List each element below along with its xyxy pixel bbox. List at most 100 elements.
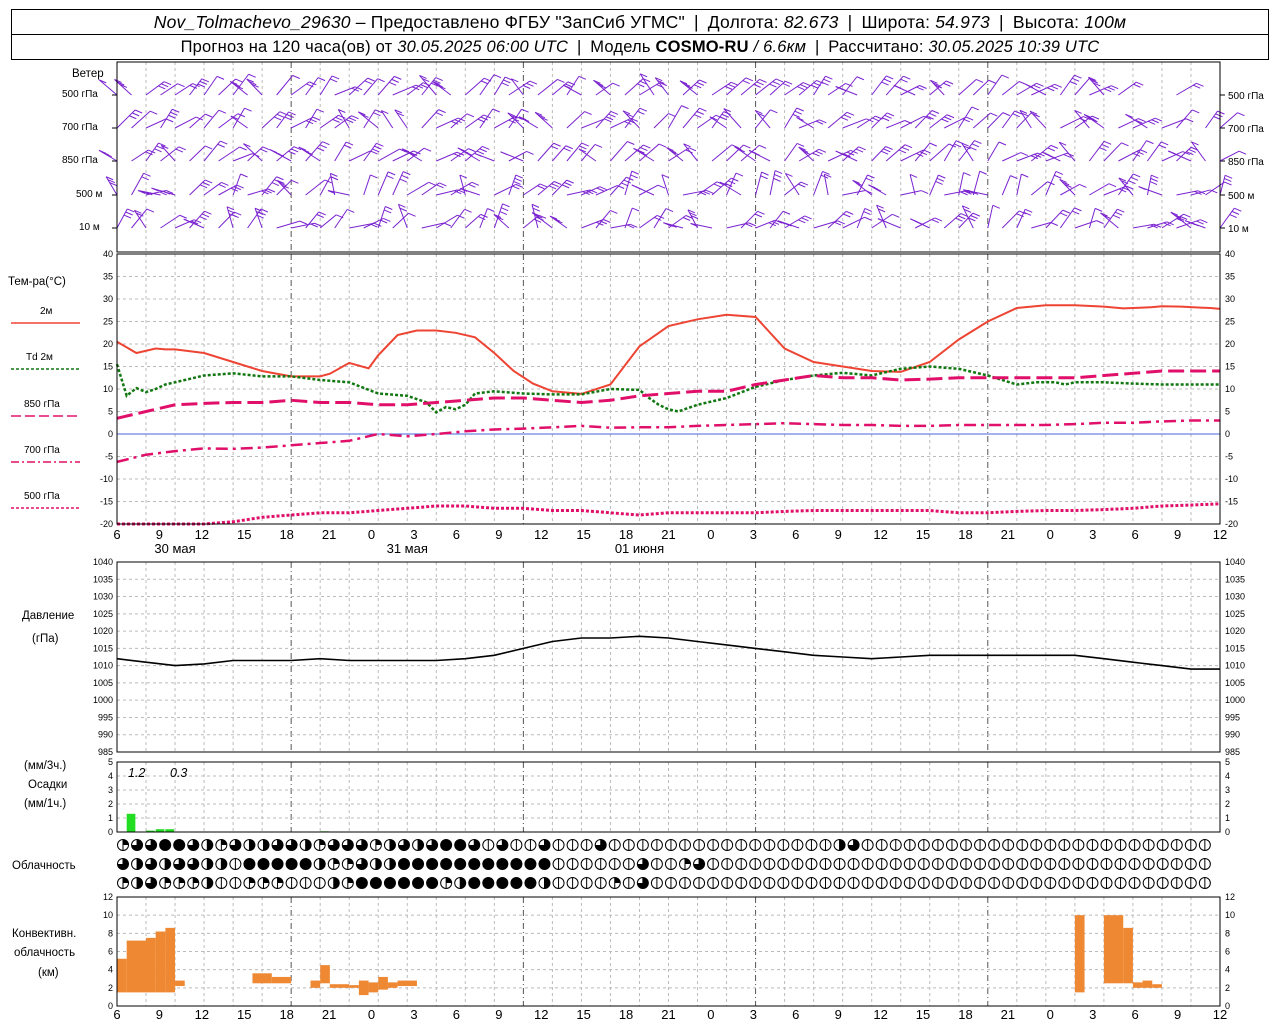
x-tick-label: 12	[873, 527, 887, 542]
wind-barb-feather	[668, 113, 676, 117]
convective-title-1: Конвективн.	[12, 928, 77, 940]
wind-barb-shaft	[160, 214, 180, 229]
wind-barb-shaft	[633, 147, 655, 162]
x-tick-label-bottom: 9	[495, 1007, 502, 1022]
wind-barb-feather	[292, 75, 300, 79]
wind-barb-feather	[637, 110, 645, 115]
wind-barb-feather	[1130, 176, 1139, 181]
wind-barb-feather	[319, 144, 327, 149]
wind-barb-feather	[1101, 143, 1109, 148]
wind-barb-feather	[971, 106, 979, 111]
wind-barb-shaft	[327, 190, 350, 196]
y-tick-label-left: 1005	[93, 678, 113, 688]
day-label: 01 июня	[615, 541, 664, 556]
wind-barb-feather	[403, 171, 411, 176]
convective-bar	[126, 940, 147, 993]
wind-barb-feather	[1050, 85, 1059, 90]
y-tick-label-left: 2	[108, 799, 113, 809]
x-tick-label-bottom: 6	[792, 1007, 799, 1022]
wind-barb-feather	[979, 170, 987, 175]
wind-barb-feather	[423, 147, 432, 152]
wind-barb-feather	[175, 148, 184, 153]
wind-barb-feather	[916, 221, 924, 226]
y-tick-label-left: 4	[108, 771, 113, 781]
wind-barb-feather	[769, 83, 777, 88]
cloud-cover-fill	[137, 858, 143, 870]
wind-level-850hpa: 850 гПа	[62, 155, 98, 166]
wind-barb-feather	[439, 182, 447, 187]
x-tick-label-bottom: 6	[113, 1007, 120, 1022]
wind-barb-feather	[799, 84, 808, 88]
wind-barb-feather	[919, 85, 927, 89]
wind-barb-feather	[1054, 83, 1062, 88]
wind-barb-feather	[800, 181, 809, 186]
cloud-cover-fill	[446, 877, 452, 883]
wind-barb-shaft	[1045, 171, 1057, 196]
wind-barb-feather	[757, 210, 765, 215]
y-tick-label-left: 30	[103, 294, 113, 304]
wind-barb-shaft	[298, 146, 321, 162]
wind-barb-feather	[881, 117, 890, 122]
wind-barb-feather	[635, 186, 643, 191]
wind-barb-feather	[376, 142, 384, 147]
wind-barb-feather	[248, 73, 256, 78]
wind-barb-feather	[581, 142, 589, 147]
wind-barb-feather	[901, 146, 910, 151]
wind-barb-shaft	[734, 146, 756, 162]
wind-barb-feather	[774, 170, 783, 174]
pressure-title: Давление	[22, 610, 75, 622]
wind-barb-feather	[946, 114, 955, 119]
wind-barb-shaft	[972, 171, 981, 196]
wind-barb-feather	[819, 119, 827, 124]
wind-barb-feather	[1110, 85, 1119, 90]
precip-unit-1h: (мм/1ч.)	[24, 798, 67, 810]
cloud-cover-fill	[333, 858, 340, 864]
wind-barb-feather	[1107, 86, 1115, 91]
wind-barb-feather	[735, 172, 744, 177]
y-tick-label-right: -15	[1225, 497, 1238, 507]
x-tick-label: 12	[534, 527, 548, 542]
wind-barb-feather	[972, 212, 981, 217]
x-tick-label: 9	[156, 527, 163, 542]
wind-barb-feather	[1150, 177, 1158, 182]
cloud-title: Облачность	[12, 860, 76, 872]
wind-barb-shaft	[1002, 152, 1021, 162]
wind-barb-feather	[468, 148, 476, 153]
wind-barb-shaft	[436, 214, 458, 229]
day-label: 31 мая	[387, 541, 428, 556]
wind-barb-shaft	[203, 109, 220, 129]
wind-barbs	[98, 73, 1247, 229]
wind-barb-feather	[931, 110, 940, 114]
wind-barb-feather	[391, 78, 399, 83]
wind-barb-feather	[796, 142, 805, 147]
wind-barb-feather	[502, 203, 510, 208]
wind-barb-feather	[331, 75, 340, 80]
wind-barb-feather	[856, 76, 865, 81]
wind-barb-feather	[218, 183, 226, 188]
convective-bar	[1074, 915, 1085, 993]
cloud-cover-fill	[319, 858, 326, 870]
wind-barb-feather	[754, 213, 763, 218]
wind-barb-feather	[217, 143, 225, 148]
convective-bar	[378, 976, 388, 990]
wind-barb-feather	[1136, 81, 1144, 86]
wind-barb-feather	[351, 115, 359, 120]
y-tick-label-left: -15	[100, 497, 113, 507]
wind-barb-shaft	[363, 174, 371, 196]
convective-bar	[320, 965, 330, 984]
wind-barb-feather	[438, 109, 446, 114]
wind-barb-feather	[623, 179, 632, 184]
convective-bar	[368, 982, 379, 993]
y-tick-label-left: 3	[108, 785, 113, 795]
x-tick-label-bottom: 3	[1089, 1007, 1096, 1022]
wind-barb-feather	[1072, 210, 1080, 215]
wind-barb-feather	[123, 214, 132, 219]
y-tick-label-left: -20	[100, 519, 113, 529]
wind-barb-feather	[1151, 174, 1159, 179]
cloud-cover-fill	[165, 877, 171, 883]
wind-barb-feather	[260, 148, 268, 153]
wind-barb-feather	[998, 141, 1007, 146]
wind-barb-feather	[286, 114, 294, 118]
wind-barb-feather	[810, 84, 819, 89]
y-tick-label-right: 5	[1225, 407, 1230, 417]
